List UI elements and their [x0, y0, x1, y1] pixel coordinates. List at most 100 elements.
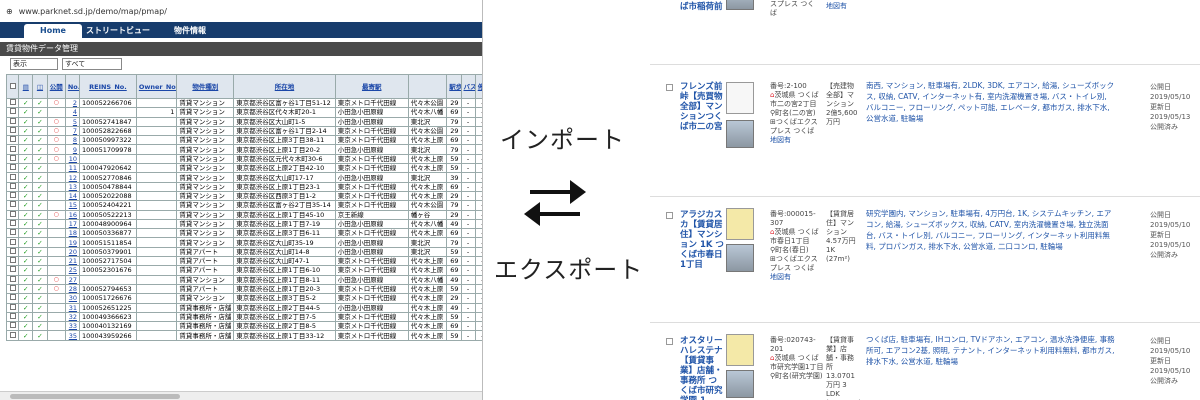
row-number-link[interactable]: 11	[64, 163, 81, 174]
row-number-link[interactable]: 27	[64, 274, 81, 285]
row-checkbox[interactable]	[5, 200, 20, 211]
listing-tags[interactable]: 研究学園内, マンション, 駐車場有, 4万円台, 1K, システムキッチン, …	[866, 208, 1116, 252]
map-link[interactable]: 地図有	[770, 273, 824, 282]
property-photo[interactable]	[726, 244, 754, 272]
select-all-checkbox[interactable]	[5, 74, 20, 99]
row-checkbox[interactable]	[5, 274, 20, 285]
listing-tags[interactable]: つくば店, 駐車場有, IHコンロ, TVドアホン, エアコン, 温水洗浄便座,…	[866, 334, 1116, 367]
listing-title[interactable]: アラジカスカ【賃貸居住】マンション 1K つくば市春日1丁目	[680, 210, 724, 270]
row-checkbox[interactable]	[5, 330, 20, 341]
row-number-link[interactable]: 8	[64, 135, 81, 146]
table-row[interactable]: ✓ ✓ 4 1 賃貸マンション 東京都渋谷区代々木町20-1 小田急小田原線 代々木八幡 69-…	[5, 107, 482, 118]
table-row[interactable]: ✓ ✓ 15 100052404221 賃貸マンション 東京都渋谷区富ヶ谷2丁目35-14…	[5, 200, 482, 211]
row-number-link[interactable]: 33	[64, 321, 81, 332]
floorplan-image[interactable]	[726, 334, 754, 366]
row-checkbox[interactable]	[5, 218, 20, 230]
property-photo[interactable]	[726, 0, 754, 10]
display-select[interactable]: 表示	[10, 58, 58, 70]
row-checkbox[interactable]	[5, 190, 20, 202]
col-header[interactable]: 最寄駅	[334, 74, 409, 99]
row-number-link[interactable]: 21	[64, 256, 81, 267]
table-row[interactable]: ✓ ✓ 21 100052717504 賃貸アパート 東京都渋谷区大山町47-1 東京メトロ…	[5, 256, 482, 267]
row-checkbox[interactable]	[5, 97, 20, 109]
listing-title[interactable]: ば市稲荷前	[680, 2, 724, 12]
map-link[interactable]: 地図有	[826, 2, 860, 11]
row-number-link[interactable]: 4	[64, 107, 81, 118]
row-checkbox[interactable]	[5, 107, 20, 118]
table-row[interactable]: ✓ ✓ ○ 8 100050997322 賃貸マンション 東京都渋谷区上原3丁目38-11 東…	[5, 135, 482, 146]
row-number-link[interactable]: 12	[64, 172, 81, 183]
row-number-link[interactable]: 30	[64, 293, 81, 304]
tab-home[interactable]: Home	[24, 24, 82, 38]
property-photo[interactable]	[726, 370, 754, 398]
listing-checkbox[interactable]	[666, 338, 673, 345]
listing-tags[interactable]: 南西, マンション, 駐車場有, 2LDK, 3DK, エアコン, 給湯, シュ…	[866, 80, 1116, 124]
table-row[interactable]: ✓ ✓ ○ 28 100052794653 賃貸アパート 東京都渋谷区上原1丁目20-3 東京…	[5, 283, 482, 295]
address-bar[interactable]: ⊕ www.parknet.sd.jp/demo/map/pmap/	[0, 0, 482, 22]
scrollbar-thumb[interactable]	[10, 394, 180, 399]
table-row[interactable]: ✓ ✓ 20 100050379901 賃貸アパート 東京都渋谷区大山町14-8 小田急小田…	[5, 246, 482, 258]
row-number-link[interactable]: 14	[64, 190, 81, 202]
listing-checkbox[interactable]	[666, 212, 673, 219]
row-number-link[interactable]: 18	[64, 228, 81, 239]
row-checkbox[interactable]	[5, 144, 20, 155]
row-number-link[interactable]: 2	[64, 97, 81, 109]
row-checkbox[interactable]	[5, 116, 20, 127]
row-number-link[interactable]: 20	[64, 246, 81, 258]
table-row[interactable]: ✓ ✓ 14 100052022088 賃貸マンション 東京都渋谷区西原3丁目1-2 東京メ…	[5, 190, 482, 202]
row-checkbox[interactable]	[5, 163, 20, 174]
table-row[interactable]: ✓ ✓ ○ 2 100052266706 賃貸マンション 東京都渋谷区富ヶ谷1丁目51-12…	[5, 97, 482, 109]
listing-checkbox[interactable]	[666, 84, 673, 91]
row-checkbox[interactable]	[5, 172, 20, 183]
table-row[interactable]: ✓ ✓ ○ 27 賃貸マンション 東京都渋谷区上原1丁目8-11 小田急小田原線 代々木八幡 4…	[5, 274, 482, 285]
table-row[interactable]: ✓ ✓ 32 100049366623 賃貸事務所・店舗 東京都渋谷区上原2丁目7-5 東京…	[5, 311, 482, 323]
horizontal-scrollbar[interactable]	[0, 391, 482, 400]
col-header[interactable]: 物件種別	[176, 74, 235, 99]
col-header[interactable]: 駅歩	[446, 74, 462, 99]
col-header[interactable]: No.	[64, 74, 81, 99]
row-number-link[interactable]: 35	[64, 330, 81, 341]
table-row[interactable]: ✓ ✓ 25 100052301676 賃貸アパート 東京都渋谷区上原1丁目6-10 東京メ…	[5, 265, 482, 276]
row-checkbox[interactable]	[5, 181, 20, 192]
table-row[interactable]: ✓ ✓ 17 100048900964 賃貸マンション 東京都渋谷区上原1丁目7-19 小田…	[5, 218, 482, 230]
col-header[interactable]: 所在地	[233, 74, 336, 99]
table-row[interactable]: ✓ ✓ 13 100050478844 賃貸マンション 東京都渋谷区上原1丁目23-1 東京…	[5, 181, 482, 192]
row-checkbox[interactable]	[5, 209, 20, 220]
col-header[interactable]: バス	[460, 74, 476, 99]
row-checkbox[interactable]	[5, 283, 20, 295]
row-number-link[interactable]: 17	[64, 218, 81, 230]
row-number-link[interactable]: 13	[64, 181, 81, 192]
row-checkbox[interactable]	[5, 265, 20, 276]
row-checkbox[interactable]	[5, 228, 20, 239]
row-number-link[interactable]: 19	[64, 237, 81, 248]
row-number-link[interactable]: 25	[64, 265, 81, 276]
property-photo[interactable]	[726, 120, 754, 148]
row-checkbox[interactable]	[5, 302, 20, 313]
table-row[interactable]: ✓ ✓ 19 100051511854 賃貸マンション 東京都渋谷区大山町35-19 小田急…	[5, 237, 482, 248]
table-row[interactable]: ✓ ✓ 18 100050336877 賃貸マンション 東京都渋谷区上原3丁目6-11 東京…	[5, 228, 482, 239]
table-row[interactable]: ✓ ✓ 31 100052651225 賃貸事務所・店舗 東京都渋谷区上原2丁目44-5 小…	[5, 302, 482, 313]
row-checkbox[interactable]	[5, 125, 20, 137]
tab-street-view[interactable]: ストリートビュー	[82, 24, 154, 38]
map-link[interactable]: 地図有	[770, 136, 824, 145]
col-header[interactable]: 停歩	[474, 74, 482, 99]
row-number-link[interactable]: 9	[64, 144, 81, 155]
table-row[interactable]: ✓ ✓ ○ 5 100052741847 賃貸マンション 東京都渋谷区大山町1-5 小田急小田…	[5, 116, 482, 127]
row-number-link[interactable]: 16	[64, 209, 81, 220]
row-checkbox[interactable]	[5, 293, 20, 304]
row-number-link[interactable]: 28	[64, 283, 81, 295]
table-row[interactable]: ✓ ✓ ○ 10 賃貸マンション 東京都渋谷区元代々木町30-6 東京メトロ千代田線 代々木上…	[5, 153, 482, 165]
listing-title[interactable]: オスタリーハレステナ【賃貸事業】店舗・事務所 つくば市研究学園 1	[680, 336, 724, 400]
table-row[interactable]: ✓ ✓ 33 100040132169 賃貸事務所・店舗 東京都渋谷区上原2丁目8-5 東京…	[5, 321, 482, 332]
row-number-link[interactable]: 32	[64, 311, 81, 323]
row-number-link[interactable]: 10	[64, 153, 81, 165]
col-header[interactable]	[407, 74, 448, 99]
row-number-link[interactable]: 7	[64, 125, 81, 137]
row-number-link[interactable]: 15	[64, 200, 81, 211]
col-header[interactable]: REINS_No.	[79, 74, 137, 99]
row-checkbox[interactable]	[5, 135, 20, 146]
table-row[interactable]: ✓ ✓ ○ 7 100052822668 賃貸マンション 東京都渋谷区富ヶ谷1丁目2-14 東…	[5, 125, 482, 137]
floorplan-image[interactable]	[726, 82, 754, 114]
table-row[interactable]: ✓ ✓ 12 100052770846 賃貸マンション 東京都渋谷区大山町17-17 小田急…	[5, 172, 482, 183]
table-row[interactable]: ✓ ✓ ○ 9 100051709978 賃貸マンション 東京都渋谷区上原1丁目20-2 小田…	[5, 144, 482, 155]
